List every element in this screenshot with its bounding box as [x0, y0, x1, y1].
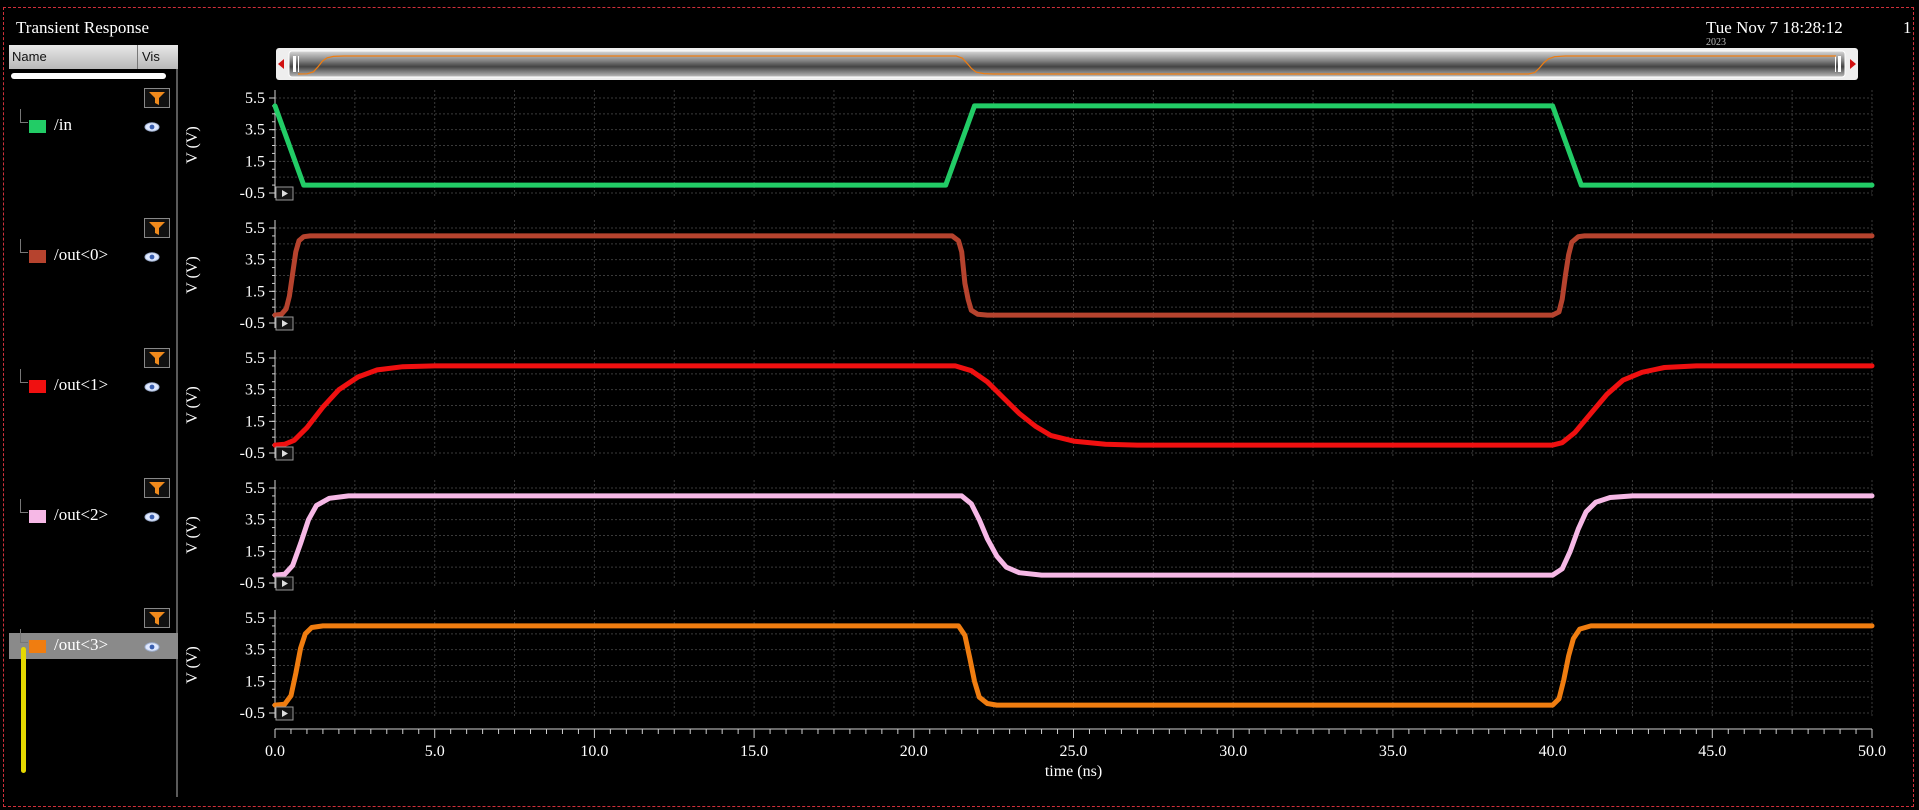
- waveform-plot[interactable]: 5.5 3.5 1.5 -0.5 V (V) 5.5 3.5 1.5 -0.5 V (V) 5.5 3…: [0, 0, 1919, 810]
- y-tick-label: -0.5: [240, 575, 265, 592]
- y-tick-label: 1.5: [245, 673, 265, 690]
- y-tick-label: 1.5: [245, 153, 265, 170]
- y-tick-label: 3.5: [245, 252, 265, 269]
- x-tick-label: 40.0: [1539, 743, 1567, 760]
- y-tick-label: 1.5: [245, 543, 265, 560]
- x-tick-label: 5.0: [425, 743, 445, 760]
- x-tick-label: 30.0: [1219, 743, 1247, 760]
- y-axis-title: V (V): [184, 646, 201, 683]
- y-axis-title: V (V): [184, 516, 201, 553]
- x-tick-label: 45.0: [1698, 743, 1726, 760]
- x-tick-label: 20.0: [900, 743, 928, 760]
- x-tick-label: 0.0: [265, 743, 285, 760]
- y-axis-title: V (V): [184, 126, 201, 163]
- y-tick-label: 1.5: [245, 283, 265, 300]
- x-tick-label: 10.0: [580, 743, 608, 760]
- y-tick-label: 3.5: [245, 382, 265, 399]
- y-tick-label: 5.5: [245, 90, 265, 107]
- y-tick-label: 3.5: [245, 642, 265, 659]
- y-tick-label: -0.5: [240, 315, 265, 332]
- x-axis-title: time (ns): [1045, 763, 1102, 780]
- y-tick-label: 3.5: [245, 122, 265, 139]
- x-tick-label: 50.0: [1858, 743, 1886, 760]
- y-tick-label: 3.5: [245, 512, 265, 529]
- y-axis-title: V (V): [184, 256, 201, 293]
- y-tick-label: 5.5: [245, 220, 265, 237]
- y-axis-title: V (V): [184, 386, 201, 423]
- y-tick-label: -0.5: [240, 185, 265, 202]
- y-tick-label: 5.5: [245, 610, 265, 627]
- y-tick-label: 5.5: [245, 480, 265, 497]
- y-tick-label: -0.5: [240, 445, 265, 462]
- y-tick-label: 1.5: [245, 413, 265, 430]
- x-tick-label: 15.0: [740, 743, 768, 760]
- x-tick-label: 35.0: [1379, 743, 1407, 760]
- y-tick-label: -0.5: [240, 705, 265, 722]
- x-tick-label: 25.0: [1060, 743, 1088, 760]
- y-tick-label: 5.5: [245, 350, 265, 367]
